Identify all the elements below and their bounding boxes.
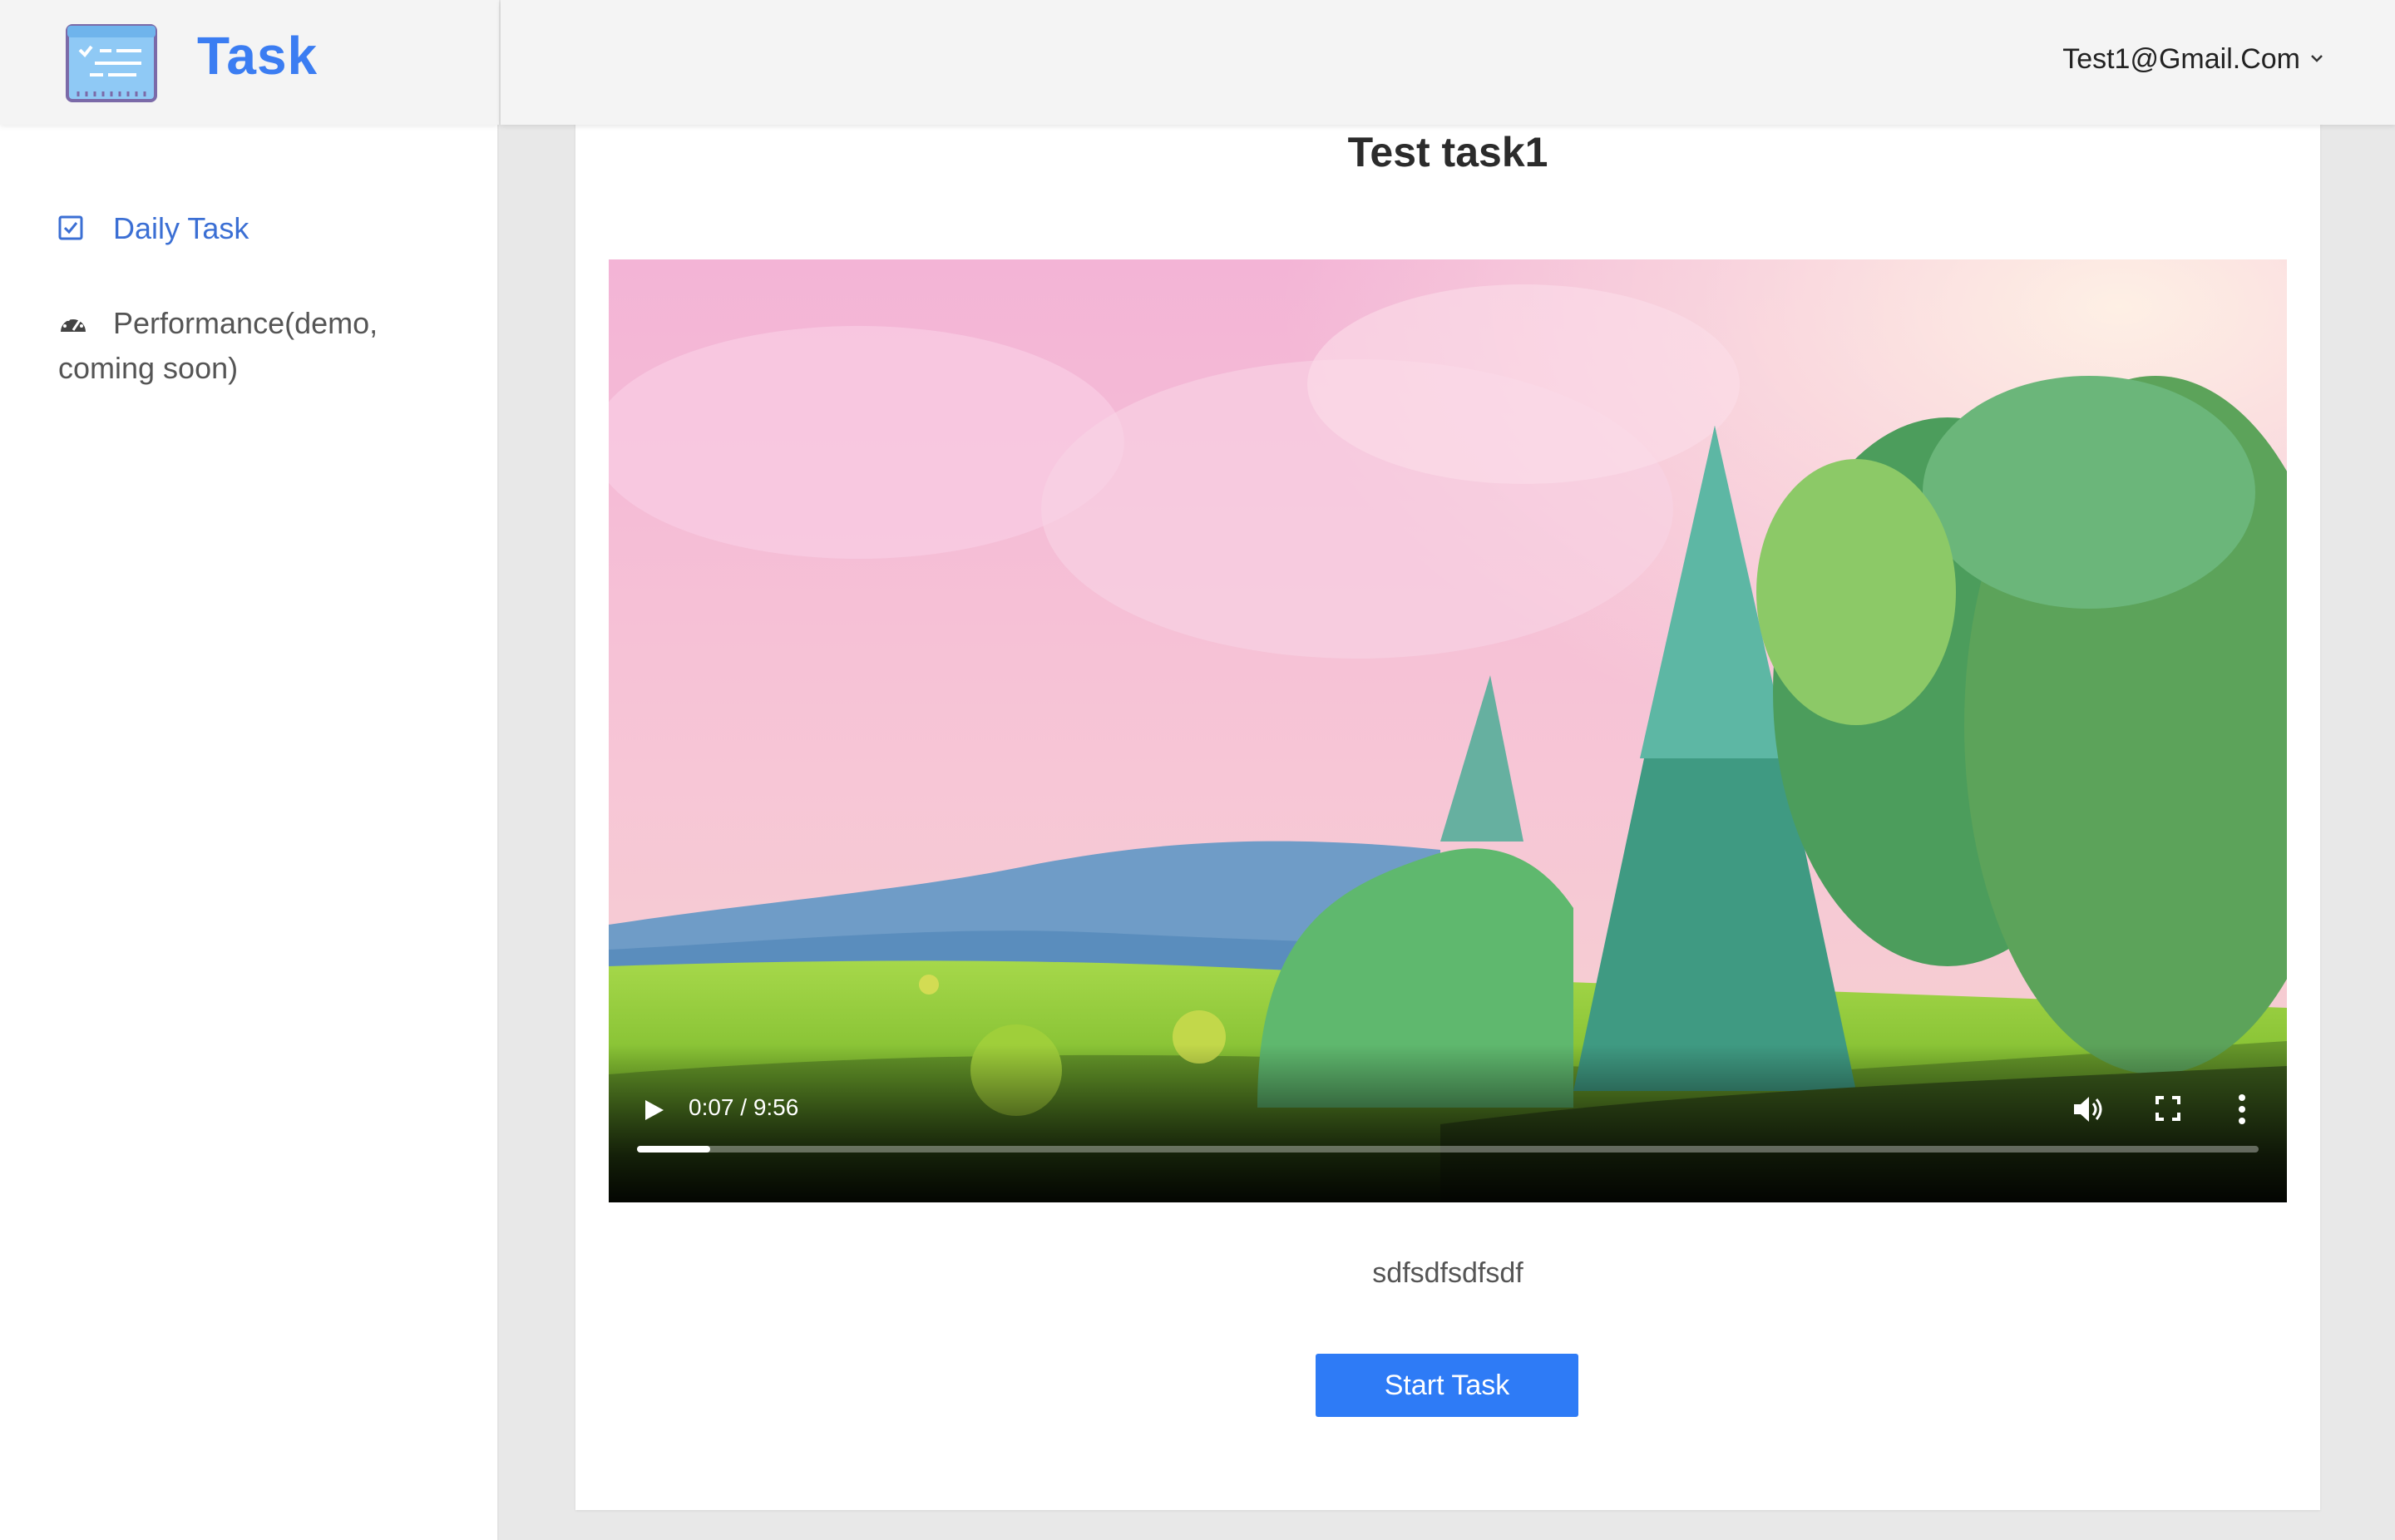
video-progress-fill — [637, 1146, 710, 1153]
more-options-icon[interactable] — [2237, 1093, 2247, 1126]
chevron-down-icon — [2311, 54, 2323, 62]
brand-area: Task — [0, 0, 499, 125]
volume-icon[interactable] — [2072, 1094, 2106, 1124]
sidebar-item-label: Performance(demo, coming soon) — [58, 306, 378, 385]
video-player[interactable]: 0:07 / 9:56 — [609, 259, 2287, 1202]
task-list-icon — [66, 24, 157, 102]
speedometer-icon — [61, 315, 86, 332]
task-card: Test task1 0:07 / 9:56 sdfsdfsdfsdf Star… — [575, 100, 2320, 1510]
video-progress-bar[interactable] — [637, 1146, 2259, 1153]
start-task-button[interactable]: Start Task — [1316, 1354, 1578, 1417]
app-title: Task — [197, 26, 319, 86]
checkbox-icon — [58, 215, 83, 240]
task-description: sdfsdfsdfsdf — [1372, 1257, 1523, 1289]
top-header: Test1@Gmail.Com — [501, 0, 2395, 125]
user-email: Test1@Gmail.Com — [2062, 43, 2300, 75]
video-controls-overlay — [609, 1044, 2287, 1202]
video-time-display: 0:07 / 9:56 — [689, 1094, 799, 1120]
play-icon[interactable] — [642, 1098, 665, 1123]
sidebar-item-daily-task[interactable]: Daily Task — [58, 211, 249, 246]
task-title: Test task1 — [1347, 129, 1548, 175]
sidebar-item-performance[interactable]: Performance(demo, coming soon) — [58, 301, 449, 391]
user-menu[interactable]: Test1@Gmail.Com — [2062, 43, 2323, 76]
sidebar: Task Daily Task Performance(demo, coming… — [0, 0, 499, 1540]
sidebar-item-label: Daily Task — [113, 211, 249, 245]
fullscreen-icon[interactable] — [2156, 1096, 2180, 1121]
